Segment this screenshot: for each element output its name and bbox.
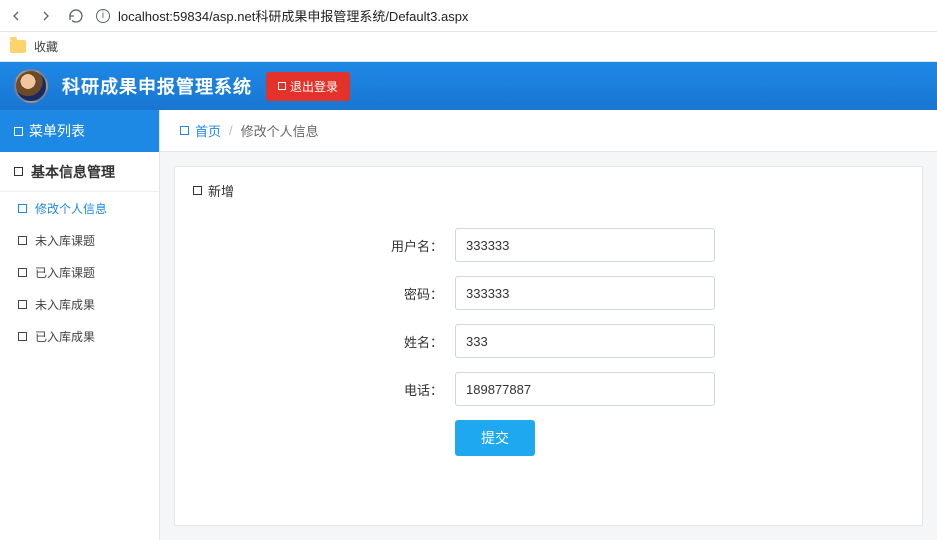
phone-label: 电话：: [175, 380, 455, 399]
app-body: 菜单列表 基本信息管理 修改个人信息 未入库课题 已入库课题 未入库成果 已入库…: [0, 110, 937, 540]
sidebar-item-label: 已入库成果: [35, 328, 95, 345]
forward-button[interactable]: [38, 8, 54, 24]
sidebar: 菜单列表 基本信息管理 修改个人信息 未入库课题 已入库课题 未入库成果 已入库…: [0, 110, 160, 540]
app-title: 科研成果申报管理系统: [62, 73, 252, 99]
sidebar-item-label: 已入库课题: [35, 264, 95, 281]
form-row-submit: 提交: [175, 420, 922, 456]
form-row-name: 姓名：: [175, 324, 922, 358]
browser-toolbar: i localhost:59834/asp.net科研成果申报管理系统/Defa…: [0, 0, 937, 32]
sidebar-item-pending-topic[interactable]: 未入库课题: [0, 224, 159, 256]
browser-nav-group: [8, 8, 84, 24]
sidebar-item-label: 修改个人信息: [35, 200, 107, 217]
avatar[interactable]: [14, 69, 48, 103]
form-row-username: 用户名：: [175, 228, 922, 262]
item-icon: [18, 268, 27, 277]
name-label: 姓名：: [175, 332, 455, 351]
breadcrumb-home-label: 首页: [195, 121, 221, 140]
menu-icon: [14, 127, 23, 136]
breadcrumb-separator: /: [229, 123, 233, 138]
address-bar[interactable]: i localhost:59834/asp.net科研成果申报管理系统/Defa…: [96, 6, 929, 25]
item-icon: [18, 300, 27, 309]
bookmarks-bar: 收藏: [0, 32, 937, 62]
sidebar-item-label: 未入库课题: [35, 232, 95, 249]
form-row-password: 密码：: [175, 276, 922, 310]
phone-input[interactable]: [455, 372, 715, 406]
breadcrumb-home[interactable]: 首页: [180, 121, 221, 140]
sidebar-section-basic[interactable]: 基本信息管理: [0, 152, 159, 192]
main: 首页 / 修改个人信息 新增 用户名： 密码： 姓名： 电话: [160, 110, 937, 540]
sidebar-item-stored-result[interactable]: 已入库成果: [0, 320, 159, 352]
password-input[interactable]: [455, 276, 715, 310]
item-icon: [18, 204, 27, 213]
submit-button[interactable]: 提交: [455, 420, 535, 456]
password-label: 密码：: [175, 284, 455, 303]
sidebar-header-label: 菜单列表: [29, 121, 85, 141]
panel-title-icon: [193, 186, 202, 195]
name-input[interactable]: [455, 324, 715, 358]
home-icon: [180, 126, 189, 135]
sidebar-item-label: 未入库成果: [35, 296, 95, 313]
form-panel: 新增 用户名： 密码： 姓名： 电话： 提交: [174, 166, 923, 526]
logout-label: 退出登录: [290, 78, 338, 95]
reload-button[interactable]: [68, 8, 84, 24]
bookmark-favorites[interactable]: 收藏: [34, 38, 58, 55]
url-text: localhost:59834/asp.net科研成果申报管理系统/Defaul…: [118, 6, 468, 25]
panel-title: 新增: [175, 167, 922, 214]
sidebar-item-edit-personal[interactable]: 修改个人信息: [0, 192, 159, 224]
logout-icon: [278, 82, 286, 90]
panel-title-label: 新增: [208, 181, 234, 200]
item-icon: [18, 236, 27, 245]
sidebar-section-label: 基本信息管理: [31, 162, 115, 182]
section-icon: [14, 167, 23, 176]
folder-icon: [10, 40, 26, 53]
username-input[interactable]: [455, 228, 715, 262]
app-header: 科研成果申报管理系统 退出登录: [0, 62, 937, 110]
item-icon: [18, 332, 27, 341]
back-button[interactable]: [8, 8, 24, 24]
breadcrumb-current: 修改个人信息: [241, 121, 319, 140]
site-info-icon[interactable]: i: [96, 9, 110, 23]
sidebar-item-stored-topic[interactable]: 已入库课题: [0, 256, 159, 288]
breadcrumb: 首页 / 修改个人信息: [160, 110, 937, 152]
form-row-phone: 电话：: [175, 372, 922, 406]
logout-button[interactable]: 退出登录: [266, 72, 350, 101]
sidebar-item-pending-result[interactable]: 未入库成果: [0, 288, 159, 320]
sidebar-header: 菜单列表: [0, 110, 159, 152]
username-label: 用户名：: [175, 236, 455, 255]
